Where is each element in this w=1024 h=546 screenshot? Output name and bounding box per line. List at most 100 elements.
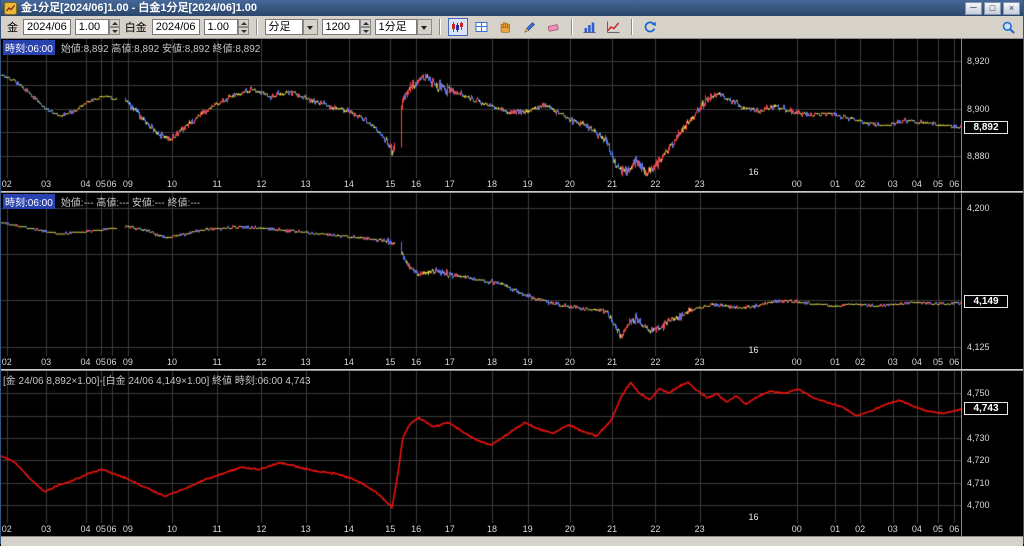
interval-value[interactable]: 1分足 xyxy=(375,19,417,35)
platinum-price-axis: 4,2004,1254,149 xyxy=(961,193,1023,369)
time-tick-label: 06 xyxy=(106,179,116,189)
bar-count-input[interactable]: 1200 xyxy=(322,19,371,35)
maximize-button[interactable]: □ xyxy=(984,2,1001,15)
gold-label: 金 xyxy=(6,19,19,35)
refresh-button[interactable] xyxy=(640,18,660,36)
time-tick-label: 05 xyxy=(933,357,943,367)
time-tick-label: 20 xyxy=(565,524,575,534)
time-tick-label: 13 xyxy=(301,524,311,534)
time-tick-label: 21 xyxy=(607,179,617,189)
dropdown-arrow-icon[interactable] xyxy=(303,19,318,35)
time-tick-label: 11 xyxy=(213,357,222,367)
time-tick-label: 00 xyxy=(792,524,802,534)
current-price-box: 4,149 xyxy=(964,295,1008,308)
time-tick-label: 18 xyxy=(487,524,497,534)
time-tick-label: 02 xyxy=(2,524,12,534)
time-tick-label: 03 xyxy=(41,357,51,367)
spread-chart-panel[interactable]: [金 24/06 8,892×1.00]-[白金 24/06 4,149×1.0… xyxy=(1,371,1023,536)
interval-dropdown[interactable]: 1分足 xyxy=(375,19,432,35)
split-panes-button[interactable] xyxy=(472,18,492,36)
time-tick-label: 10 xyxy=(167,179,177,189)
time-tick-label: 03 xyxy=(41,524,51,534)
dropdown-arrow-icon[interactable] xyxy=(417,19,432,35)
bar-type-dropdown[interactable]: 分足 xyxy=(265,19,318,35)
platinum-candlestick-canvas[interactable] xyxy=(1,193,963,356)
time-tick-label: 19 xyxy=(523,524,533,534)
spread-line-canvas[interactable] xyxy=(1,371,963,523)
ohlc-readout: 始値:8,892 高値:8,892 安値:8,892 終値:8,892 xyxy=(61,40,261,55)
app-window: 金1分足[2024/06]1.00 - 白金1分足[2024/06]1.00 －… xyxy=(0,0,1024,544)
time-tick-label: 01 xyxy=(830,357,840,367)
time-tick-label: 23 xyxy=(695,179,705,189)
toolbar-separator xyxy=(631,19,633,35)
line-chart-red-icon xyxy=(606,20,621,34)
time-tick-label: 16 xyxy=(411,524,421,534)
time-tick-label: 23 xyxy=(695,357,705,367)
time-tick-label: 10 xyxy=(167,357,177,367)
candlestick-chart-button[interactable] xyxy=(448,18,468,36)
bar-chart-blue-icon xyxy=(582,20,597,34)
price-tick-label: 4,720 xyxy=(967,455,990,465)
gold-multiplier-value[interactable]: 1.00 xyxy=(75,19,109,35)
time-tick-label: 05 xyxy=(933,524,943,534)
bar-chart-button[interactable] xyxy=(580,18,600,36)
time-tick-label: 17 xyxy=(445,524,455,534)
platinum-chart-panel[interactable]: 時刻:06:00 始値:--- 高値:--- 安値:--- 終値:--- 16 … xyxy=(1,193,1023,369)
platinum-month-field[interactable]: 2024/06 xyxy=(152,19,200,35)
title-bar[interactable]: 金1分足[2024/06]1.00 - 白金1分足[2024/06]1.00 －… xyxy=(1,0,1023,16)
time-tick-label: 10 xyxy=(167,524,177,534)
spin-down-icon[interactable] xyxy=(360,27,371,35)
bar-type-value[interactable]: 分足 xyxy=(265,19,303,35)
time-tick-label: 13 xyxy=(301,357,311,367)
time-tick-label: 15 xyxy=(385,357,395,367)
gold-chart-panel[interactable]: 時刻:06:00 始値:8,892 高値:8,892 安値:8,892 終値:8… xyxy=(1,39,1023,191)
time-tick-label: 09 xyxy=(123,524,133,534)
time-tick-label: 02 xyxy=(2,357,12,367)
time-tick-label: 21 xyxy=(607,357,617,367)
time-tick-label: 19 xyxy=(523,357,533,367)
time-tick-label: 12 xyxy=(256,524,266,534)
spin-up-icon[interactable] xyxy=(238,19,249,27)
time-tick-label: 16 xyxy=(411,179,421,189)
gold-multiplier-spinner[interactable] xyxy=(109,19,120,35)
platinum-multiplier-value[interactable]: 1.00 xyxy=(204,19,238,35)
candlestick-chart-icon xyxy=(450,20,465,34)
time-tick-label: 05 xyxy=(96,357,106,367)
line-chart-button[interactable] xyxy=(604,18,624,36)
time-tick-label: 20 xyxy=(565,357,575,367)
time-tick-label: 11 xyxy=(213,179,222,189)
platinum-multiplier-input[interactable]: 1.00 xyxy=(204,19,249,35)
spin-up-icon[interactable] xyxy=(109,19,120,27)
price-tick-label: 8,900 xyxy=(967,104,990,114)
time-tick-label: 06 xyxy=(949,357,959,367)
chart-settings-button[interactable] xyxy=(998,18,1018,36)
close-button[interactable]: × xyxy=(1003,2,1020,15)
bar-count-spinner[interactable] xyxy=(360,19,371,35)
date-change-label: 16 xyxy=(749,345,759,355)
eraser-button[interactable] xyxy=(544,18,564,36)
ohlc-readout: 始値:--- 高値:--- 安値:--- 終値:--- xyxy=(61,194,200,209)
toolbar-separator xyxy=(571,19,573,35)
gold-time-axis: 0203040506091011121314151617181920212223… xyxy=(1,178,963,191)
time-tick-label: 02 xyxy=(855,524,865,534)
chart-area: 時刻:06:00 始値:8,892 高値:8,892 安値:8,892 終値:8… xyxy=(1,39,1023,536)
spin-up-icon[interactable] xyxy=(360,19,371,27)
spin-down-icon[interactable] xyxy=(238,27,249,35)
bar-count-value[interactable]: 1200 xyxy=(322,19,360,35)
platinum-time-axis: 0203040506091011121314151617181920212223… xyxy=(1,356,963,369)
time-tick-label: 06 xyxy=(949,524,959,534)
info-time-badge: 時刻:06:00 xyxy=(3,40,55,55)
time-tick-label: 14 xyxy=(344,524,354,534)
gold-price-axis: 8,9208,9008,8808,892 xyxy=(961,39,1023,191)
time-tick-label: 02 xyxy=(855,357,865,367)
gold-candlestick-canvas[interactable] xyxy=(1,39,963,178)
draw-line-button[interactable] xyxy=(520,18,540,36)
time-tick-label: 22 xyxy=(650,524,660,534)
time-tick-label: 14 xyxy=(344,179,354,189)
platinum-multiplier-spinner[interactable] xyxy=(238,19,249,35)
gold-month-field[interactable]: 2024/06 xyxy=(23,19,71,35)
gold-multiplier-input[interactable]: 1.00 xyxy=(75,19,120,35)
minimize-button[interactable]: － xyxy=(965,2,982,15)
hand-scroll-button[interactable] xyxy=(496,18,516,36)
spin-down-icon[interactable] xyxy=(109,27,120,35)
